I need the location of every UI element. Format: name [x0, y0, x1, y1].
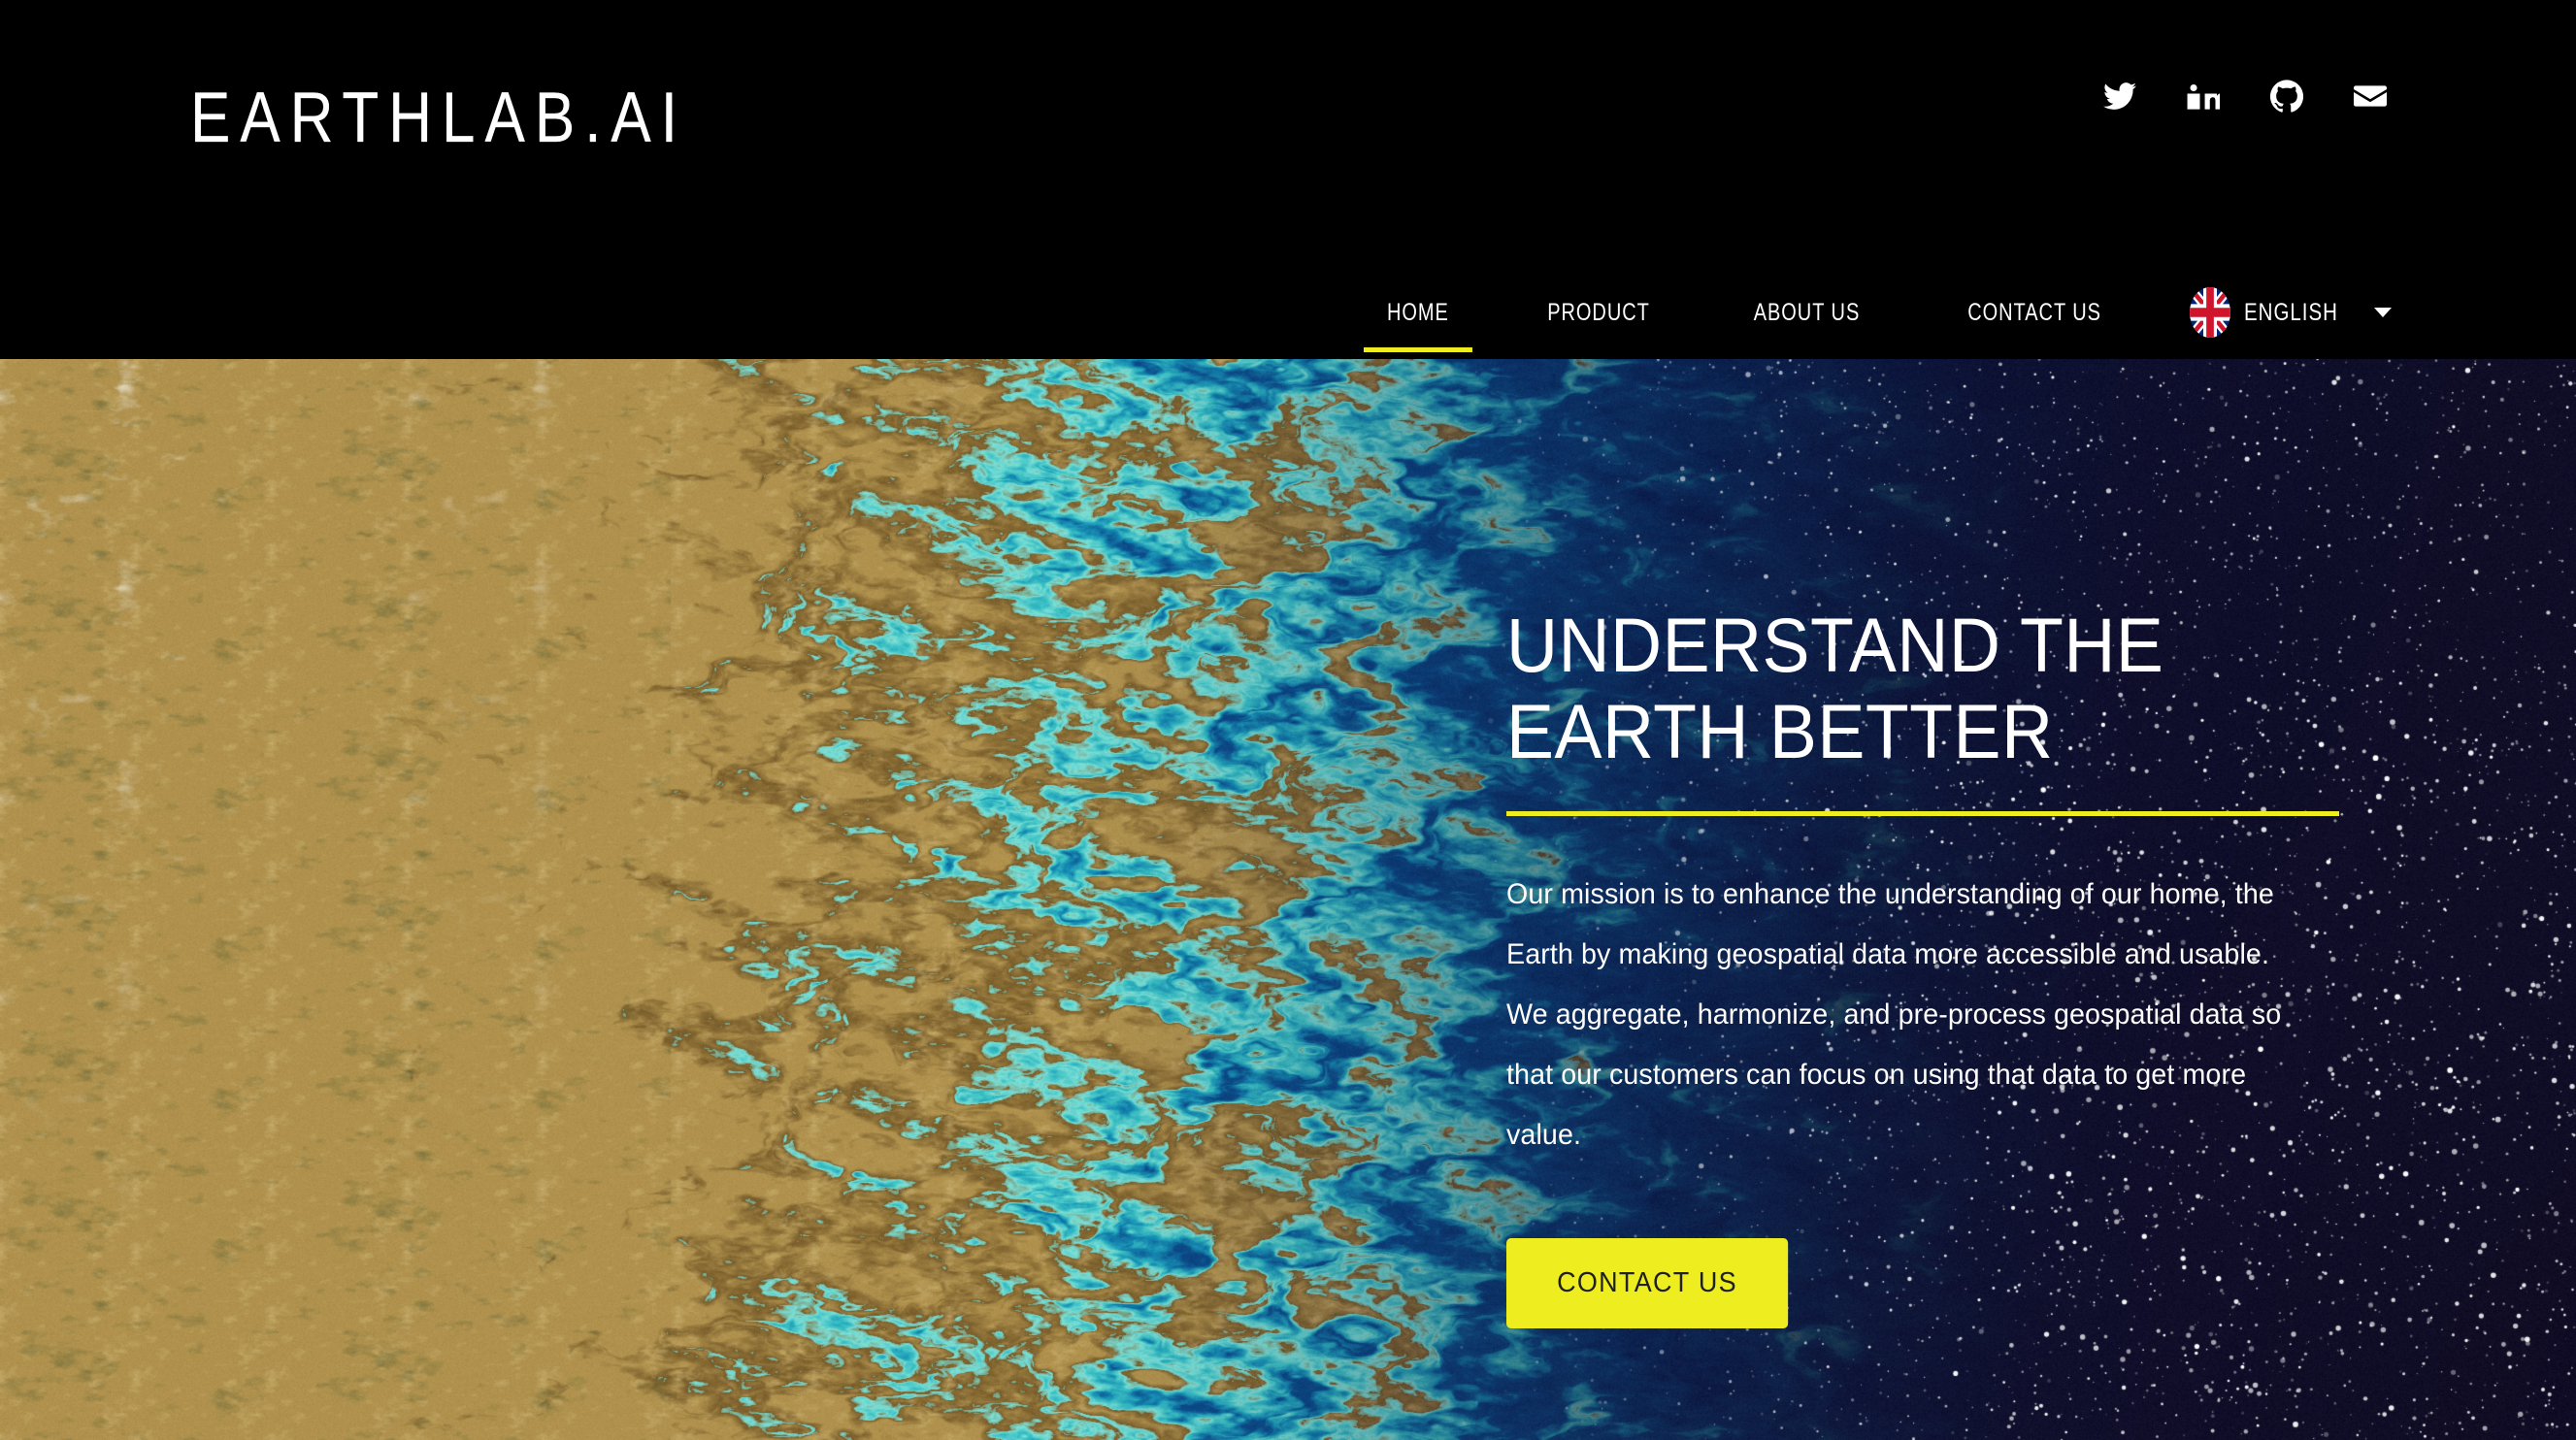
brand-logo[interactable]: EARTHLAB.AI	[190, 82, 687, 154]
hero-title: UNDERSTAND THE EARTH BETTER	[1506, 602, 2164, 775]
language-selector[interactable]: ENGLISH	[2189, 287, 2392, 363]
email-icon[interactable]	[2354, 80, 2387, 113]
nav-item-home[interactable]: HOME	[1356, 299, 1480, 352]
uk-flag-icon	[2189, 287, 2230, 338]
landing-page: EARTHLAB.AI HOME PRODUCT ABOUT US CONTAC…	[0, 0, 2576, 1440]
hero-divider	[1506, 810, 2339, 816]
linkedin-icon[interactable]	[2187, 80, 2220, 113]
hero-content: UNDERSTAND THE EARTH BETTER Our mission …	[1506, 602, 2351, 1328]
language-label: ENGLISH	[2243, 298, 2338, 326]
chevron-down-icon	[2374, 308, 2392, 317]
nav-label: HOME	[1386, 298, 1449, 326]
site-header: EARTHLAB.AI HOME PRODUCT ABOUT US CONTAC…	[0, 0, 2576, 359]
hero-section: UNDERSTAND THE EARTH BETTER Our mission …	[0, 359, 2576, 1440]
contact-us-button[interactable]: CONTACT US	[1506, 1237, 1789, 1328]
nav-item-contact-us[interactable]: CONTACT US	[1936, 299, 2132, 352]
nav-label: PRODUCT	[1546, 298, 1650, 326]
main-navigation: HOME PRODUCT ABOUT US CONTACT US ENGLISH	[1340, 287, 2392, 363]
nav-item-about-us[interactable]: ABOUT US	[1722, 299, 1891, 352]
hero-body-text: Our mission is to enhance the understand…	[1506, 877, 2282, 1151]
github-icon[interactable]	[2270, 80, 2303, 113]
twitter-icon[interactable]	[2103, 80, 2136, 113]
nav-item-product[interactable]: PRODUCT	[1516, 299, 1681, 352]
nav-label: ABOUT US	[1753, 298, 1860, 326]
social-links	[2103, 80, 2387, 113]
nav-label: CONTACT US	[1966, 298, 2101, 326]
